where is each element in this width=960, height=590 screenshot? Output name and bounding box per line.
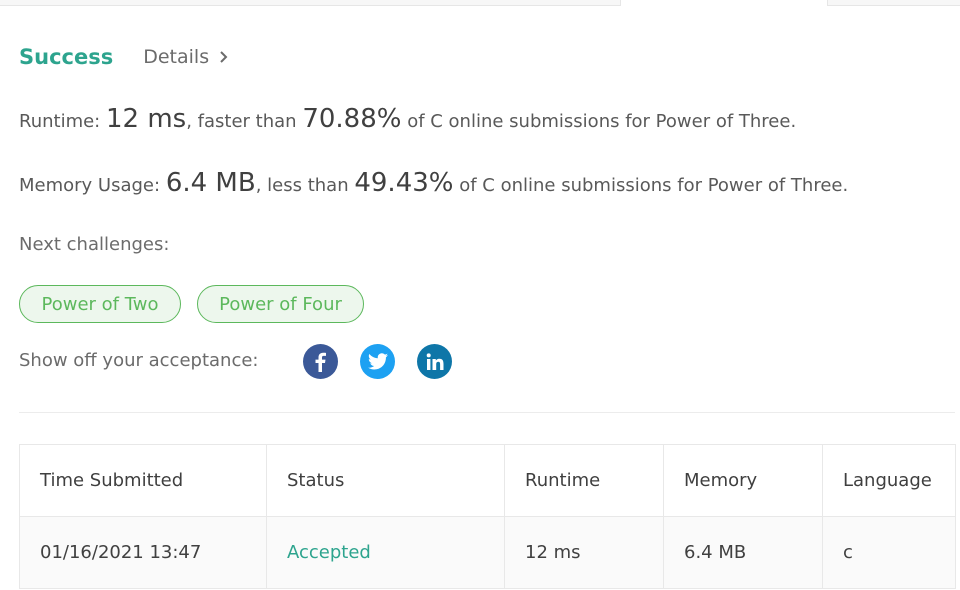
cell-runtime: 12 ms (504, 516, 664, 589)
linkedin-icon (426, 352, 443, 370)
memory-suffix: of C online submissions for Power of Thr… (459, 175, 849, 196)
cell-memory: 6.4 MB (663, 516, 823, 589)
next-challenges-label: Next challenges: (19, 234, 170, 255)
column-header-language[interactable]: Language (822, 444, 956, 517)
divider (19, 412, 955, 413)
success-status: Success (19, 45, 114, 69)
memory-value: 6.4 MB (165, 168, 256, 198)
tab-inactive-right[interactable] (828, 0, 960, 6)
challenge-power-of-four[interactable]: Power of Four (197, 285, 364, 323)
details-link[interactable]: Details (143, 46, 228, 68)
column-header-time-submitted[interactable]: Time Submitted (19, 444, 267, 517)
submissions-table: Time Submitted Status Runtime Memory Lan… (19, 444, 956, 589)
cell-time-submitted: 01/16/2021 13:47 (19, 516, 267, 589)
share-label: Show off your acceptance: (19, 350, 259, 371)
memory-label: Memory Usage: (19, 175, 161, 196)
runtime-comparison: , faster than (186, 111, 297, 132)
facebook-share-button[interactable] (303, 344, 338, 379)
linkedin-share-button[interactable] (417, 344, 452, 379)
column-header-status[interactable]: Status (266, 444, 505, 517)
runtime-summary: Runtime: 12 ms, faster than 70.88% of C … (19, 104, 796, 134)
chevron-right-icon (220, 51, 228, 63)
table-header-row: Time Submitted Status Runtime Memory Lan… (19, 444, 956, 517)
twitter-icon (367, 353, 388, 370)
column-header-memory[interactable]: Memory (663, 444, 823, 517)
runtime-value: 12 ms (105, 104, 187, 134)
memory-comparison: , less than (255, 175, 349, 196)
table-row: 01/16/2021 13:47 Accepted 12 ms 6.4 MB c (19, 516, 956, 589)
runtime-suffix: of C online submissions for Power of Thr… (407, 111, 797, 132)
cell-language: c (822, 516, 956, 589)
cell-status-accepted[interactable]: Accepted (266, 516, 505, 589)
facebook-icon (315, 352, 326, 372)
tab-strip (0, 0, 960, 6)
tab-inactive-left[interactable] (0, 0, 620, 6)
details-label: Details (143, 46, 210, 68)
runtime-label: Runtime: (19, 111, 101, 132)
runtime-percent: 70.88% (302, 104, 402, 134)
tab-active[interactable] (620, 0, 828, 6)
memory-summary: Memory Usage: 6.4 MB, less than 49.43% o… (19, 168, 848, 198)
challenge-power-of-two[interactable]: Power of Two (19, 285, 181, 323)
column-header-runtime[interactable]: Runtime (504, 444, 664, 517)
twitter-share-button[interactable] (360, 344, 395, 379)
result-header: Success Details (19, 42, 228, 72)
memory-percent: 49.43% (354, 168, 454, 198)
